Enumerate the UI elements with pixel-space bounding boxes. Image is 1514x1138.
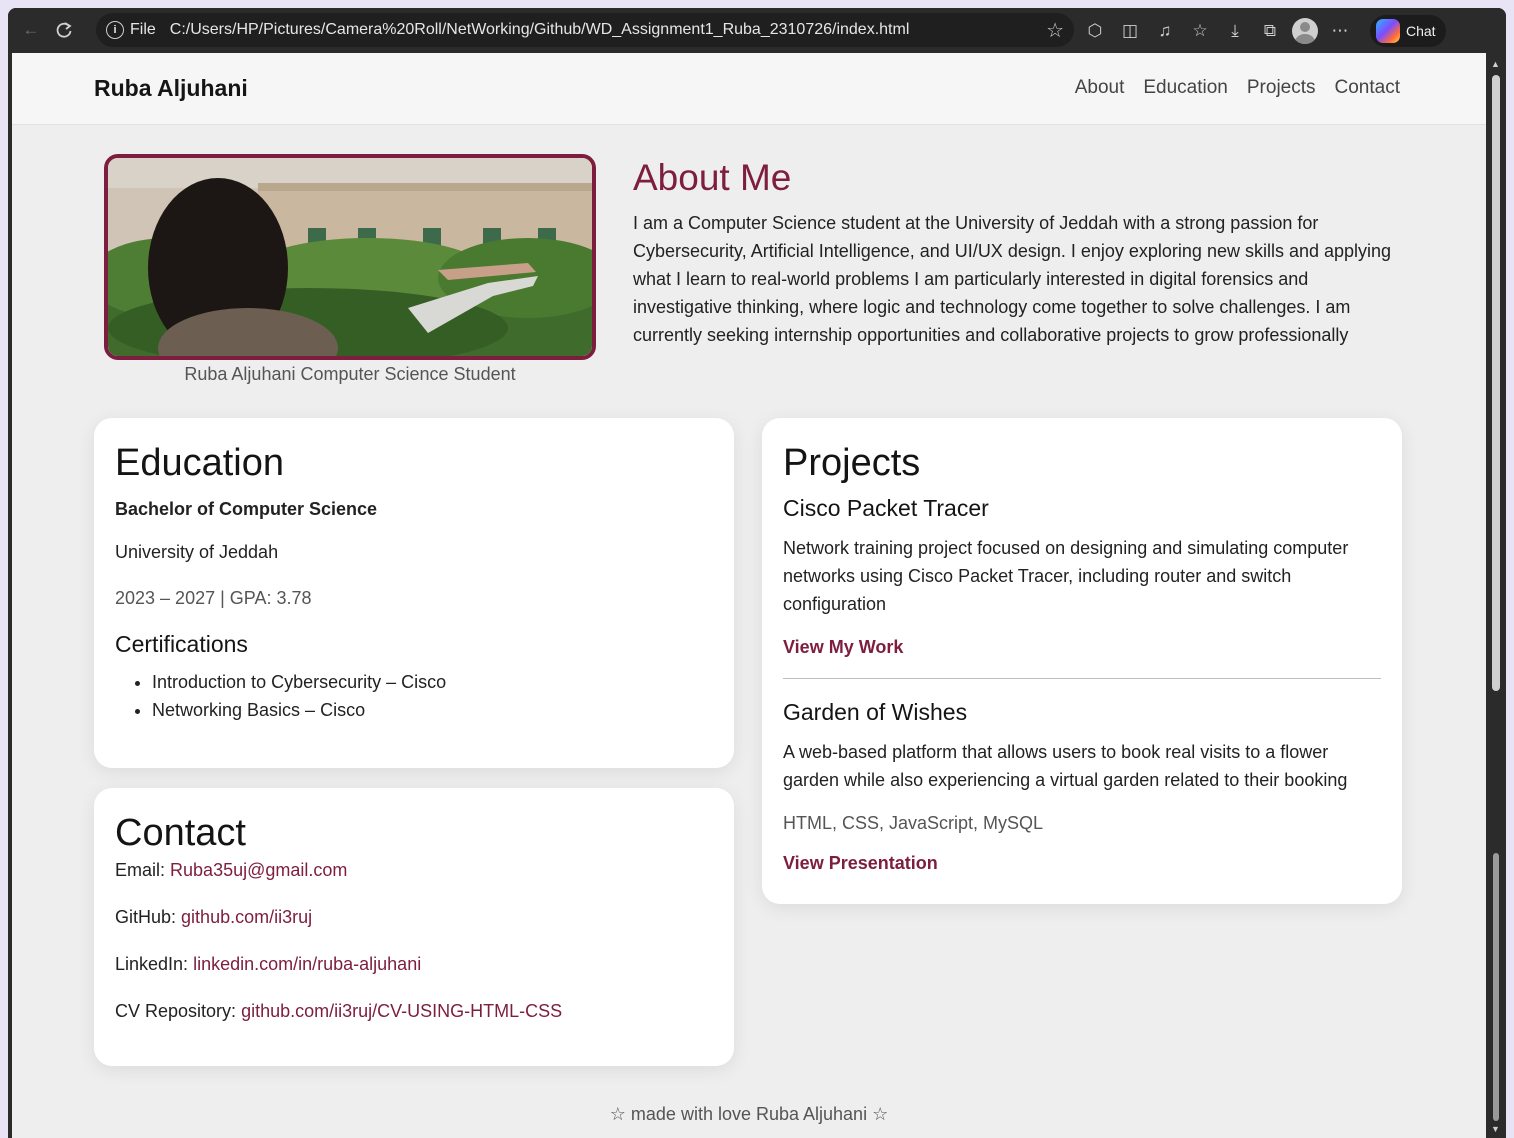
projects-title: Projects xyxy=(783,442,921,484)
scroll-thumb[interactable] xyxy=(1492,75,1500,691)
github-link[interactable]: github.com/ii3ruj xyxy=(181,907,312,927)
screenshot-icon[interactable]: ⧉ xyxy=(1255,16,1285,46)
scroll-track-segment xyxy=(1493,853,1499,1121)
project-description-cisco: Network training project focused on desi… xyxy=(783,538,1349,614)
project-divider xyxy=(783,678,1381,679)
site-header: Ruba Aljuhani About Education Projects C… xyxy=(12,53,1486,125)
contact-card: Contact Email: Ruba35uj@gmail.com GitHub… xyxy=(94,788,734,1066)
project-description-garden: A web-based platform that allows users t… xyxy=(783,742,1348,790)
nav-education[interactable]: Education xyxy=(1143,77,1228,99)
media-icon[interactable]: ♫ xyxy=(1150,16,1180,46)
favorites-icon[interactable]: ☆ xyxy=(1185,16,1215,46)
email-link[interactable]: Ruba35uj@gmail.com xyxy=(170,860,347,880)
project-tech-stack: HTML, CSS, JavaScript, MySQL xyxy=(783,813,1044,833)
file-label: File xyxy=(130,21,156,38)
browser-toolbar: ← i File C:/Users/HP/Pictures/Camera%20R… xyxy=(8,8,1506,52)
more-icon[interactable]: ⋯ xyxy=(1325,16,1355,46)
view-presentation-link[interactable]: View Presentation xyxy=(783,853,1381,874)
scroll-up-icon[interactable]: ▲ xyxy=(1491,59,1500,69)
about-title: About Me xyxy=(633,157,792,198)
toolbar-actions: ⬡ ◫ ♫ ☆ ⤓ ⧉ ⋯ Chat xyxy=(1080,15,1446,47)
cv-row: CV Repository: github.com/ii3ruj/CV-USIN… xyxy=(115,997,713,1025)
certifications-list: Introduction to Cybersecurity – Cisco Ne… xyxy=(115,668,713,724)
linkedin-row: LinkedIn: linkedin.com/in/ruba-aljuhani xyxy=(115,950,713,978)
education-card: Education Bachelor of Computer Science U… xyxy=(94,418,734,768)
refresh-icon[interactable] xyxy=(49,15,79,45)
education-title: Education xyxy=(115,442,285,484)
extensions-icon[interactable]: ⬡ xyxy=(1080,16,1110,46)
favorite-star-icon[interactable]: ☆ xyxy=(1046,18,1064,43)
university: University of Jeddah xyxy=(115,542,279,562)
copilot-icon xyxy=(1376,19,1400,43)
nav-projects[interactable]: Projects xyxy=(1247,77,1316,99)
avatar xyxy=(1292,18,1318,44)
back-icon[interactable]: ← xyxy=(16,15,46,45)
linkedin-label: LinkedIn: xyxy=(115,954,189,974)
downloads-icon[interactable]: ⤓ xyxy=(1220,16,1250,46)
page-viewport: Ruba Aljuhani About Education Projects C… xyxy=(12,53,1486,1138)
projects-card: Projects Cisco Packet Tracer Network tra… xyxy=(762,418,1402,904)
certifications-title: Certifications xyxy=(115,631,248,657)
info-icon[interactable]: i xyxy=(106,21,124,39)
project-title-cisco: Cisco Packet Tracer xyxy=(783,495,989,521)
nav-contact[interactable]: Contact xyxy=(1335,77,1400,99)
list-item: Introduction to Cybersecurity – Cisco xyxy=(152,668,713,696)
email-row: Email: Ruba35uj@gmail.com xyxy=(115,856,713,884)
nav-about[interactable]: About xyxy=(1075,77,1125,99)
url-text[interactable]: C:/Users/HP/Pictures/Camera%20Roll/NetWo… xyxy=(170,21,1046,39)
split-screen-icon[interactable]: ◫ xyxy=(1115,16,1145,46)
years-gpa: 2023 – 2027 | GPA: 3.78 xyxy=(115,588,312,608)
copilot-chat-button[interactable]: Chat xyxy=(1370,15,1446,47)
github-row: GitHub: github.com/ii3ruj xyxy=(115,903,713,931)
scroll-down-icon[interactable]: ▼ xyxy=(1491,1124,1500,1134)
contact-title: Contact xyxy=(115,812,246,854)
cv-label: CV Repository: xyxy=(115,1001,237,1021)
brand-name: Ruba Aljuhani xyxy=(94,75,248,101)
github-label: GitHub: xyxy=(115,907,177,927)
photo-caption: Ruba Aljuhani Computer Science Student xyxy=(184,364,516,384)
view-my-work-link[interactable]: View My Work xyxy=(783,637,1381,658)
project-title-garden: Garden of Wishes xyxy=(783,699,968,725)
linkedin-link[interactable]: linkedin.com/in/ruba-aljuhani xyxy=(193,954,421,974)
site-nav: About Education Projects Contact xyxy=(1075,77,1400,99)
list-item: Networking Basics – Cisco xyxy=(152,696,713,724)
site-footer: ☆ made with love Ruba Aljuhani ☆ xyxy=(609,1104,889,1124)
address-bar[interactable]: i File C:/Users/HP/Pictures/Camera%20Rol… xyxy=(96,13,1074,47)
degree: Bachelor of Computer Science xyxy=(115,499,378,519)
profile-icon[interactable] xyxy=(1290,16,1320,46)
profile-photo xyxy=(104,154,596,360)
about-text: I am a Computer Science student at the U… xyxy=(633,213,1392,345)
chat-label: Chat xyxy=(1406,23,1436,39)
email-label: Email: xyxy=(115,860,166,880)
browser-window: ← i File C:/Users/HP/Pictures/Camera%20R… xyxy=(8,8,1506,1138)
page-scrollbar[interactable]: ▲ ▼ xyxy=(1486,53,1506,1138)
cv-link[interactable]: github.com/ii3ruj/CV-USING-HTML-CSS xyxy=(241,1001,562,1021)
